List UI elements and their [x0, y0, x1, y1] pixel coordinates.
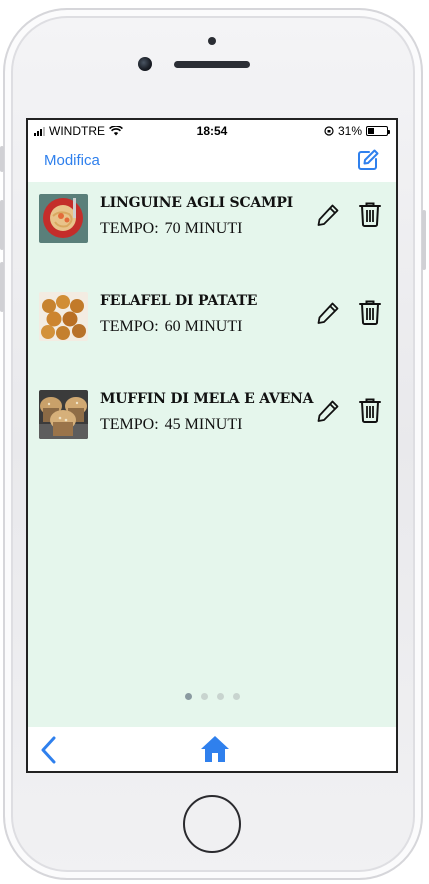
trash-icon[interactable] [358, 396, 382, 424]
app-screen: WINDTRE 18:54 31% Modifica LINGUINE AGLI… [26, 118, 398, 773]
proximity-sensor [208, 37, 216, 45]
recipe-time-value: 45 MINUTI [164, 416, 243, 433]
muffin-photo-icon [39, 390, 88, 439]
edit-button[interactable]: Modifica [44, 152, 100, 169]
recipe-time-value: 60 MINUTI [164, 318, 243, 335]
pencil-icon[interactable] [315, 300, 341, 326]
pencil-icon[interactable] [315, 202, 341, 228]
page-dot[interactable] [216, 693, 224, 700]
recipe-time-label: TEMPO: [100, 318, 159, 335]
linguine-photo-icon [39, 194, 88, 243]
earpiece-speaker [174, 61, 250, 68]
recipe-time: TEMPO: 60 MINUTI [100, 318, 242, 336]
back-chevron-icon[interactable] [38, 735, 60, 765]
recipe-time: TEMPO: 70 MINUTI [100, 220, 242, 238]
device-volume-up [0, 200, 4, 250]
recipe-title: MUFFIN DI MELA E AVENA [100, 391, 314, 407]
device-volume-down [0, 262, 4, 312]
home-icon[interactable] [199, 733, 231, 765]
recipe-time: TEMPO: 45 MINUTI [100, 416, 242, 434]
front-camera [138, 57, 152, 71]
felafel-photo-icon [39, 292, 88, 341]
recipe-time-label: TEMPO: [100, 416, 159, 433]
page-dot[interactable] [200, 693, 208, 700]
compose-icon[interactable] [356, 148, 380, 172]
device-mute-switch [0, 146, 4, 172]
pencil-icon[interactable] [315, 398, 341, 424]
battery-level [368, 128, 374, 134]
device-power-button [422, 210, 426, 270]
recipe-row[interactable]: LINGUINE AGLI SCAMPI TEMPO: 70 MINUTI [28, 182, 396, 243]
recipe-thumbnail [39, 390, 88, 439]
recipe-row[interactable]: MUFFIN DI MELA E AVENA TEMPO: 45 MINUTI [28, 378, 396, 439]
battery-percent: 31% [337, 124, 362, 138]
battery-icon [366, 126, 390, 136]
recipe-time-label: TEMPO: [100, 220, 159, 237]
bottom-toolbar [28, 727, 396, 771]
page-control[interactable] [28, 693, 396, 700]
status-bar: WINDTRE 18:54 31% [28, 120, 396, 142]
page-dot[interactable] [184, 693, 192, 700]
recipe-thumbnail [39, 292, 88, 341]
recipe-row[interactable]: FELAFEL DI PATATE TEMPO: 60 MINUTI [28, 280, 396, 341]
device-home-button[interactable] [183, 795, 241, 853]
recipe-time-value: 70 MINUTI [164, 220, 243, 237]
trash-icon[interactable] [358, 298, 382, 326]
navigation-bar: Modifica [28, 142, 396, 182]
recipe-list: LINGUINE AGLI SCAMPI TEMPO: 70 MINUTI FE… [28, 182, 396, 727]
orientation-lock-icon [324, 126, 334, 136]
trash-icon[interactable] [358, 200, 382, 228]
status-right: 31% [324, 124, 390, 138]
recipe-title: FELAFEL DI PATATE [100, 293, 258, 309]
recipe-thumbnail [39, 194, 88, 243]
recipe-title: LINGUINE AGLI SCAMPI [100, 195, 294, 211]
page-dot[interactable] [232, 693, 240, 700]
